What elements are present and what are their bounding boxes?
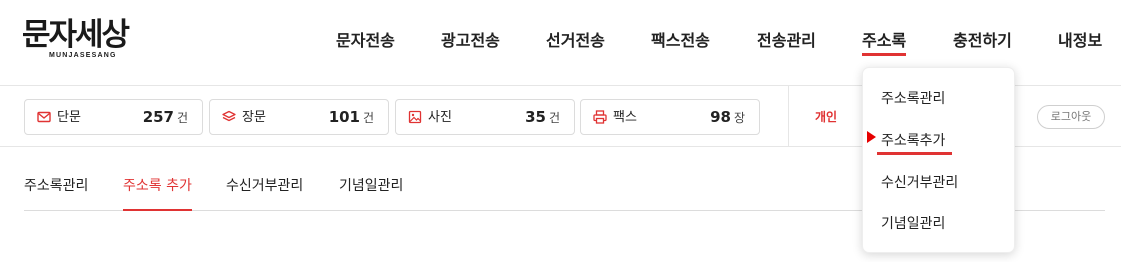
stat-value: 35 — [525, 108, 546, 126]
nav-item-send-ad[interactable]: 광고전송 — [441, 30, 500, 52]
stat-label: 사진 — [428, 110, 452, 125]
current-arrow-icon — [867, 131, 876, 143]
stat-unit: 건 — [362, 111, 374, 125]
nav-item-send-election[interactable]: 선거전송 — [546, 30, 605, 52]
tab-anniversary-manage[interactable]: 기념일관리 — [339, 176, 403, 196]
menu-item-anniversary-manage[interactable]: 기념일관리 — [881, 214, 945, 234]
nav-item-address-book[interactable]: 주소록 — [862, 30, 907, 56]
stat-value: 101 — [328, 108, 360, 126]
logo-subtext: MUNJASESANG — [49, 52, 117, 59]
stat-unit: 장 — [733, 111, 745, 125]
stat-value: 98 — [710, 108, 731, 126]
nav-item-send-sms[interactable]: 문자전송 — [336, 30, 395, 52]
nav-item-charge[interactable]: 충전하기 — [953, 30, 1012, 52]
stat-label: 단문 — [57, 110, 81, 125]
stat-fax[interactable]: 팩스 98 장 — [580, 99, 760, 135]
address-book-dropdown: 주소록관리 주소록추가 수신거부관리 기념일관리 — [862, 67, 1015, 253]
mail-icon — [37, 111, 51, 123]
stat-label: 팩스 — [613, 110, 637, 125]
image-icon — [408, 110, 422, 124]
stat-unit: 건 — [176, 111, 188, 125]
logo[interactable]: 문자세상 MUNJASESANG — [22, 18, 144, 62]
stat-value: 257 — [142, 108, 174, 126]
nav-item-send-fax[interactable]: 팩스전송 — [651, 30, 710, 52]
stat-unit: 건 — [548, 111, 560, 125]
menu-item-address-add[interactable]: 주소록추가 — [876, 131, 953, 155]
layers-icon — [222, 110, 236, 122]
stat-sms[interactable]: 단문 257 건 — [24, 99, 203, 135]
nav-item-my-info[interactable]: 내정보 — [1058, 30, 1102, 52]
stat-label: 장문 — [242, 110, 266, 125]
tab-reject-manage[interactable]: 수신거부관리 — [226, 176, 303, 196]
logo-text: 문자세상 — [22, 17, 130, 53]
stat-mms[interactable]: 사진 35 건 — [395, 99, 575, 135]
account-type: 개인 — [815, 110, 838, 124]
printer-icon — [593, 110, 607, 124]
logout-button[interactable]: 로그아웃 — [1037, 105, 1105, 129]
stat-lms[interactable]: 장문 101 건 — [209, 99, 389, 135]
divider — [788, 86, 789, 147]
menu-item-reject-manage[interactable]: 수신거부관리 — [881, 173, 958, 193]
nav-item-send-manage[interactable]: 전송관리 — [757, 30, 816, 52]
tab-address-add[interactable]: 주소록 추가 — [123, 176, 192, 211]
menu-item-address-manage[interactable]: 주소록관리 — [881, 89, 945, 109]
tab-address-manage[interactable]: 주소록관리 — [24, 176, 88, 196]
